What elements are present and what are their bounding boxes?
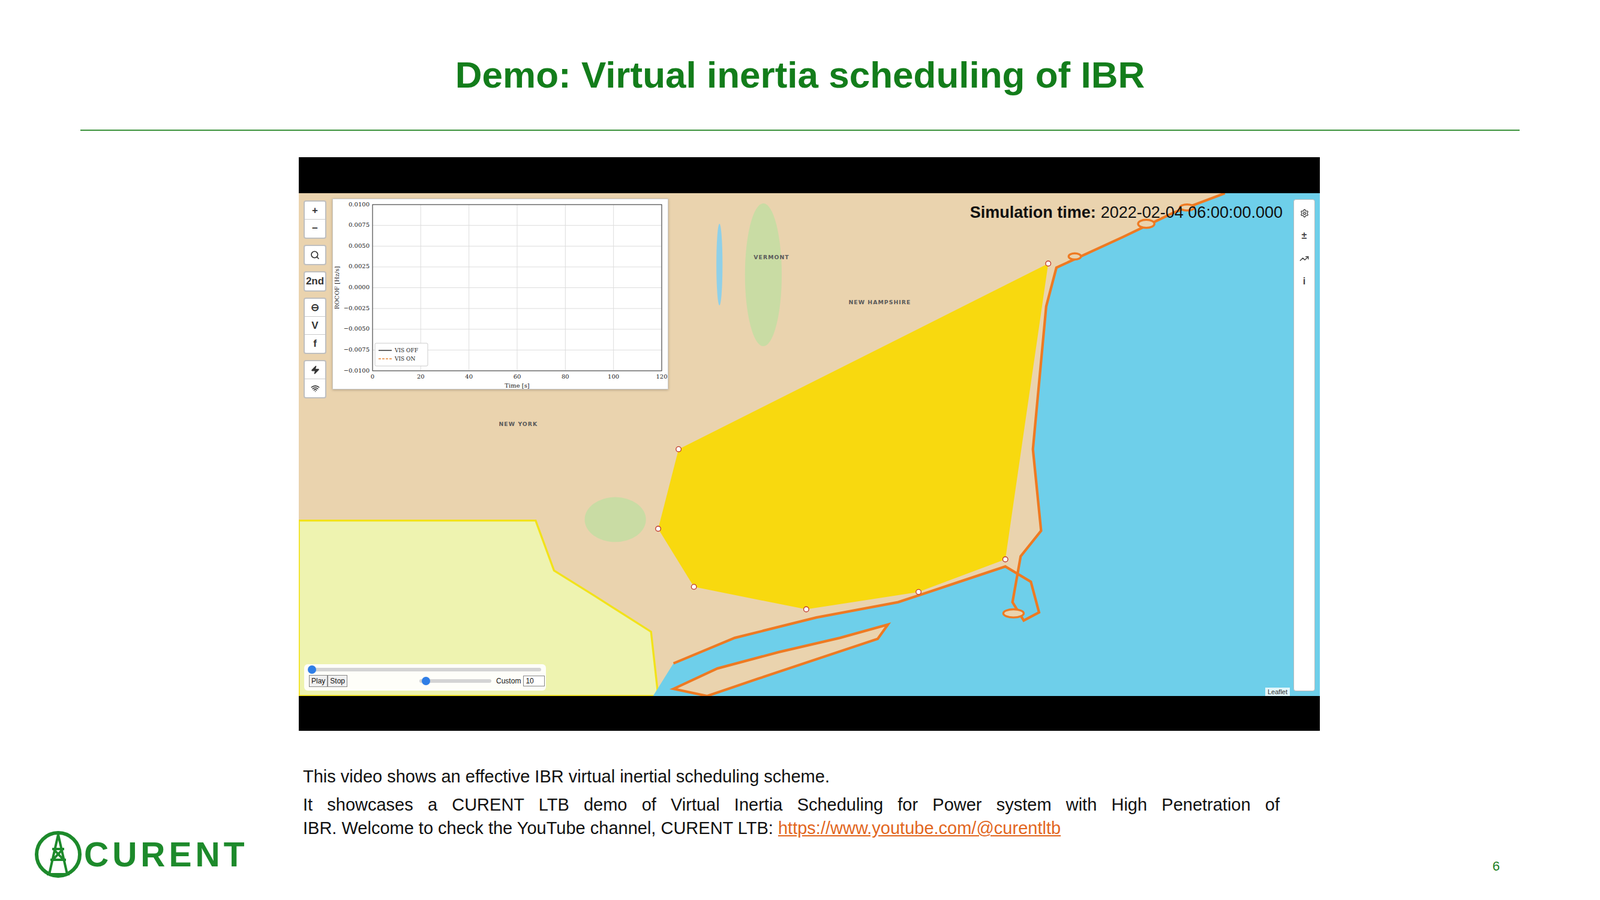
toolbar-button[interactable]: f bbox=[304, 334, 326, 353]
search-icon bbox=[310, 250, 320, 260]
speed-slider[interactable] bbox=[419, 679, 492, 683]
x-tick: 120 bbox=[655, 373, 668, 380]
toolbar-button[interactable]: 2nd bbox=[304, 272, 326, 291]
toolbar-button[interactable] bbox=[304, 379, 326, 398]
timeline-slider[interactable] bbox=[308, 667, 542, 672]
simulation-time-value: 2022-02-04 06:00:00.000 bbox=[1100, 203, 1283, 222]
gear-icon bbox=[1300, 208, 1310, 218]
toolbar-button[interactable]: + bbox=[304, 201, 326, 220]
youtube-link[interactable]: https://www.youtube.com/@curentltb bbox=[778, 818, 1061, 838]
playback-button[interactable]: Stop bbox=[327, 674, 348, 687]
logo-text: CURENT bbox=[83, 834, 249, 875]
title-rule bbox=[80, 129, 1520, 131]
y-tick: 0.0025 bbox=[348, 262, 370, 270]
right-sidebar: ±i bbox=[1293, 199, 1316, 692]
curent-logo: CURENT bbox=[0, 764, 303, 881]
video-frame[interactable]: VERMONTNEW HAMPSHIRENEW YORK+−2nd⊖Vf0.01… bbox=[298, 157, 1320, 731]
x-axis-label: Time [s] bbox=[504, 382, 530, 389]
x-tick: 80 bbox=[561, 373, 570, 380]
tower-logo-icon bbox=[33, 828, 83, 881]
toolbar-group: +− bbox=[303, 200, 327, 239]
simulation-time-label: Simulation time: bbox=[970, 203, 1097, 222]
y-tick: −0.0050 bbox=[343, 325, 370, 332]
slider-handle[interactable] bbox=[307, 665, 317, 674]
map-label: VERMONT bbox=[753, 253, 789, 261]
wifi-icon bbox=[310, 383, 320, 393]
map-view[interactable]: VERMONTNEW HAMPSHIRENEW YORK+−2nd⊖Vf0.01… bbox=[298, 193, 1320, 696]
toolbar-group bbox=[303, 244, 327, 266]
slide-title: Demo: Virtual inertia scheduling of IBR bbox=[0, 0, 1600, 98]
map-toolbar: +− 2nd ⊖Vf bbox=[303, 200, 327, 399]
toolbar-button[interactable]: − bbox=[304, 219, 326, 238]
legend-label: VIS ON bbox=[394, 355, 416, 362]
bolt-icon bbox=[310, 365, 320, 375]
slide: Demo: Virtual inertia scheduling of IBR V… bbox=[0, 0, 1600, 900]
chart-icon bbox=[1299, 253, 1310, 264]
toolbar-group: ⊖Vf bbox=[303, 297, 327, 354]
toolbar-button[interactable]: V bbox=[304, 316, 326, 335]
y-tick: 0.0075 bbox=[348, 221, 370, 228]
y-tick: 0.0050 bbox=[348, 242, 370, 249]
x-tick: 60 bbox=[513, 373, 522, 380]
toolbar-group bbox=[303, 359, 327, 399]
y-tick: −0.0075 bbox=[343, 346, 370, 353]
caption: This video shows an effective IBR virtua… bbox=[302, 764, 1280, 881]
caption-line: IBR. Welcome to check the YouTube channe… bbox=[302, 816, 1280, 840]
timeline-row bbox=[308, 667, 542, 672]
y-tick: 0.0000 bbox=[348, 283, 370, 291]
y-tick: 0.0100 bbox=[348, 200, 370, 208]
slide-footer: CURENT This video shows an effective IBR … bbox=[0, 764, 1600, 881]
custom-label: Custom bbox=[496, 676, 521, 686]
slider-handle[interactable] bbox=[421, 676, 431, 686]
sidebar-button[interactable]: i bbox=[1295, 274, 1313, 289]
map-attribution[interactable]: Leaflet bbox=[1265, 687, 1290, 696]
sidebar-button[interactable] bbox=[1295, 251, 1313, 266]
speed-control: Custom10 bbox=[419, 675, 545, 687]
chart-legend: VIS OFFVIS ON bbox=[374, 343, 428, 366]
toolbar-button[interactable]: ⊖ bbox=[304, 298, 326, 317]
sidebar-button[interactable] bbox=[1295, 205, 1313, 221]
simulation-time: Simulation time:2022-02-04 06:00:00.000 bbox=[970, 201, 1283, 224]
playback-button[interactable]: Play bbox=[308, 674, 328, 687]
x-tick: 0 bbox=[370, 373, 375, 380]
x-tick: 20 bbox=[416, 373, 425, 380]
y-axis-label: ROCOF [Hz/s] bbox=[333, 265, 341, 309]
y-tick: −0.0100 bbox=[343, 367, 370, 374]
control-row: PlayStop Custom10 bbox=[308, 674, 542, 687]
playback-controls: PlayStop Custom10 bbox=[304, 664, 546, 691]
caption-paragraph: This video shows an effective IBR virtua… bbox=[302, 764, 1280, 789]
legend-label: VIS OFF bbox=[394, 347, 419, 354]
toolbar-group: 2nd bbox=[303, 271, 327, 292]
caption-paragraph: It showcases a CURENT LTB demo of Virtua… bbox=[302, 793, 1280, 840]
chart-panel: 0.0100 0.0075 0.0050 0.0025 0.0000 −0.0025 −0.… bbox=[332, 198, 669, 390]
rocof-chart: 0.0100 0.0075 0.0050 0.0025 0.0000 −0.0025 −0.… bbox=[332, 199, 669, 390]
toolbar-button[interactable] bbox=[304, 245, 326, 264]
toolbar-button[interactable] bbox=[304, 361, 326, 380]
x-tick: 40 bbox=[464, 373, 473, 380]
y-tick: −0.0025 bbox=[343, 304, 370, 312]
x-tick: 100 bbox=[607, 373, 620, 380]
map-label: NEW HAMPSHIRE bbox=[848, 298, 911, 306]
sidebar-button[interactable]: ± bbox=[1295, 228, 1313, 243]
custom-input[interactable]: 10 bbox=[523, 675, 545, 687]
map-label: NEW YORK bbox=[499, 420, 539, 428]
caption-line: It showcases a CURENT LTB demo of Virtua… bbox=[302, 793, 1280, 817]
page-number: 6 bbox=[1492, 764, 1600, 881]
